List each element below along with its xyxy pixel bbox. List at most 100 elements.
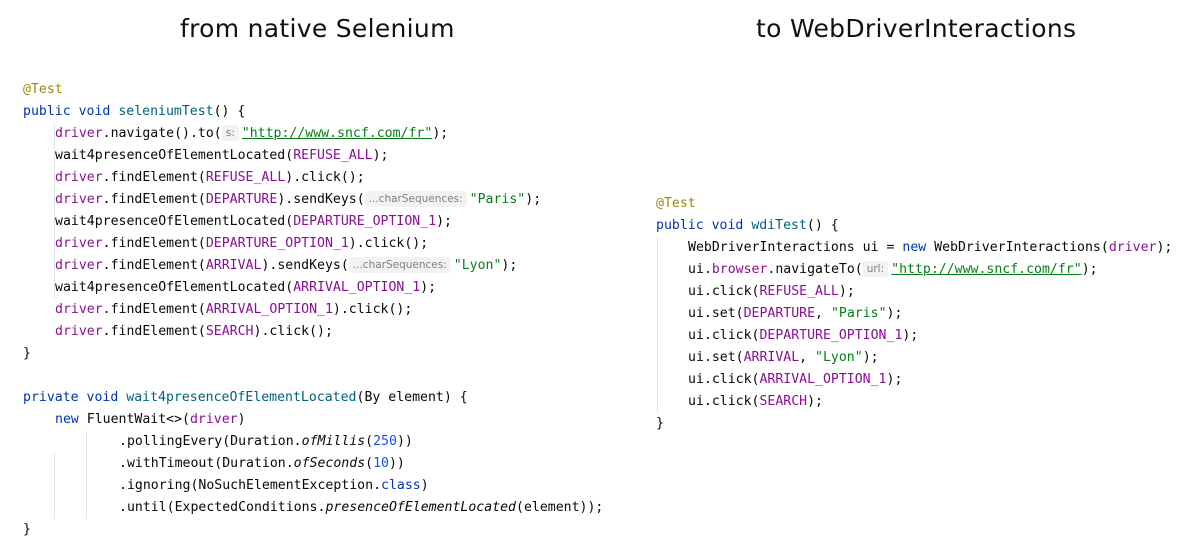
method-name: seleniumTest	[118, 104, 214, 119]
code-line: public void seleniumTest() {	[23, 101, 663, 123]
code-line: new FluentWait<>(driver)	[23, 409, 663, 431]
string-literal: "Paris"	[830, 306, 887, 321]
constant: DEPARTURE_OPTION_1	[293, 214, 437, 229]
code-text: ,	[815, 306, 831, 321]
code-line: private void wait4presenceOfElementLocat…	[23, 387, 663, 409]
keyword: new	[902, 240, 927, 255]
constant: SEARCH	[205, 324, 254, 339]
field-driver: driver	[1108, 240, 1157, 255]
code-text: .navigateTo(	[767, 262, 863, 277]
keyword: public	[23, 104, 71, 119]
code-text: );	[838, 284, 855, 299]
code-text: )	[237, 412, 246, 427]
code-text: .navigate().to(	[102, 126, 222, 141]
number-literal: 10	[373, 456, 389, 471]
code-line: .ignoring(NoSuchElementException.class)	[23, 475, 663, 497]
code-line: wait4presenceOfElementLocated(DEPARTURE_…	[23, 211, 663, 233]
keyword: private	[23, 390, 79, 405]
code-text: ui.click(	[688, 284, 760, 299]
test-annotation: @Test	[23, 82, 63, 97]
code-line: public void wdiTest() {	[656, 215, 1196, 237]
code-text: );	[886, 372, 903, 387]
code-line: driver.findElement(ARRIVAL).sendKeys(...…	[23, 255, 663, 277]
code-text: ui	[688, 262, 704, 277]
code-line: ui.browser.navigateTo(url: "http://www.sn…	[656, 259, 1196, 281]
string-literal: "Paris"	[469, 192, 526, 207]
constant: REFUSE_ALL	[759, 284, 839, 299]
code-text: );	[886, 306, 903, 321]
code-text: .findElement(	[102, 192, 206, 207]
code-text: WebDriverInteractions ui =	[688, 240, 903, 255]
keyword: new	[55, 412, 79, 427]
string-literal: "Lyon"	[453, 258, 502, 273]
method-name: wait4presenceOfElementLocated	[126, 390, 357, 405]
code-text: .until(ExpectedConditions.	[119, 500, 326, 515]
code-line: wait4presenceOfElementLocated(ARRIVAL_OP…	[23, 277, 663, 299]
code-text: ).click();	[253, 324, 333, 339]
static-method: presenceOfElementLocated	[325, 500, 516, 515]
keyword: void	[86, 390, 119, 405]
code-text: ).sendKeys(	[277, 192, 365, 207]
field-driver: driver	[55, 302, 103, 317]
code-text: .	[703, 262, 712, 277]
code-text: .findElement(	[102, 258, 206, 273]
code-text: ui.set(	[688, 350, 744, 365]
code-text: .findElement(	[102, 324, 206, 339]
code-text: ))	[396, 434, 413, 449]
code-line: }	[23, 343, 663, 365]
code-text: );	[501, 258, 518, 273]
code-text: ).click();	[348, 236, 429, 251]
field-driver: driver	[55, 126, 103, 141]
constant: REFUSE_ALL	[205, 170, 286, 185]
code-line: WebDriverInteractions ui = new WebDriver…	[656, 237, 1196, 259]
constant: DEPARTURE_OPTION_1	[759, 328, 903, 343]
code-text: (By element) {	[356, 390, 468, 405]
constant: ARRIVAL_OPTION_1	[205, 302, 333, 317]
keyword: class	[381, 478, 421, 493]
code-text: .findElement(	[102, 236, 206, 251]
constant: ARRIVAL	[743, 350, 800, 365]
constant: ARRIVAL	[205, 258, 262, 273]
parameter-hint: ...charSequences:	[348, 257, 451, 273]
code-line: driver.findElement(DEPARTURE).sendKeys(.…	[23, 189, 663, 211]
url-string: "http://www.sncf.com/fr"	[891, 262, 1082, 277]
code-text: );	[1156, 240, 1173, 255]
constant: SEARCH	[759, 394, 808, 409]
code-text: );	[902, 328, 919, 343]
code-line: @Test	[656, 193, 1196, 215]
wdi-code-block: @Test public void wdiTest() { WebDriverI…	[656, 193, 1196, 435]
code-line: ui.set(ARRIVAL, "Lyon");	[656, 347, 1196, 369]
code-text: )	[420, 478, 429, 493]
field-driver: driver	[55, 324, 103, 339]
code-line: ui.click(DEPARTURE_OPTION_1);	[656, 325, 1196, 347]
code-line: ui.click(SEARCH);	[656, 391, 1196, 413]
code-line: @Test	[23, 79, 663, 101]
constant: DEPARTURE	[205, 192, 278, 207]
code-line: driver.findElement(SEARCH).click();	[23, 321, 663, 343]
code-text: ).click();	[332, 302, 413, 317]
code-line: .until(ExpectedConditions.presenceOfElem…	[23, 497, 663, 519]
code-text: (element));	[516, 500, 604, 515]
code-text: wait4presenceOfElementLocated(	[55, 214, 294, 229]
field-driver: driver	[55, 258, 103, 273]
code-text: }	[23, 522, 31, 537]
method-name: wdiTest	[751, 218, 807, 233]
constant: REFUSE_ALL	[293, 148, 373, 163]
code-text: ))	[388, 456, 405, 471]
field-driver: driver	[189, 412, 238, 427]
code-text: .ignoring(NoSuchElementException.	[119, 478, 382, 493]
code-text: ui.click(	[688, 328, 760, 343]
code-text: );	[436, 214, 452, 229]
code-text: wait4presenceOfElementLocated(	[55, 148, 294, 163]
code-text: .withTimeout(Duration.	[119, 456, 294, 471]
code-line: .pollingEvery(Duration.ofMillis(250))	[119, 434, 413, 449]
code-text: );	[420, 280, 437, 295]
code-text: ui.click(	[688, 372, 760, 387]
parameter-hint: url:	[862, 261, 889, 277]
code-text: }	[656, 416, 664, 431]
constant: ARRIVAL_OPTION_1	[293, 280, 421, 295]
field-browser: browser	[711, 262, 768, 277]
code-line: ui.click(REFUSE_ALL);	[656, 281, 1196, 303]
static-method: ofMillis	[301, 434, 366, 449]
